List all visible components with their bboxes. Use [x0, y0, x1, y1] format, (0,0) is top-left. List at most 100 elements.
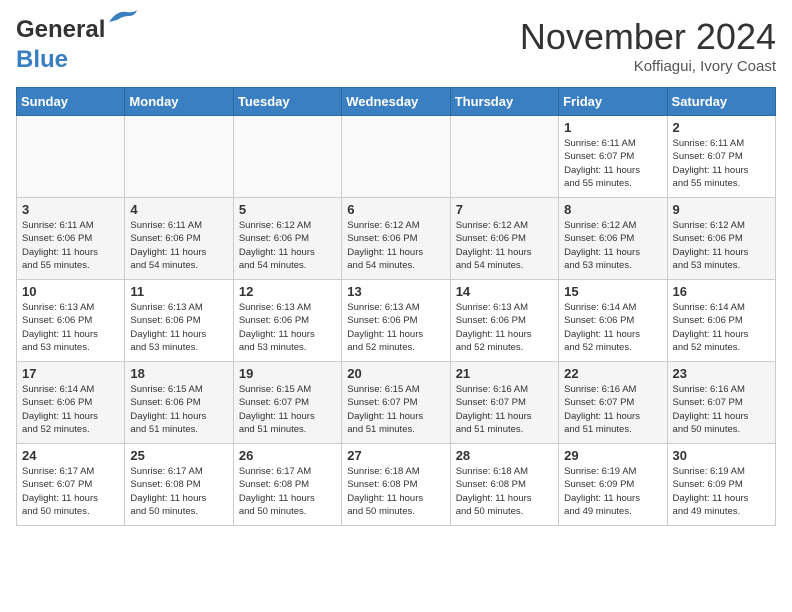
day-info: Sunrise: 6:11 AM Sunset: 6:06 PM Dayligh… [22, 219, 119, 272]
day-info: Sunrise: 6:11 AM Sunset: 6:07 PM Dayligh… [673, 137, 770, 190]
day-cell-14: 14 Sunrise: 6:13 AM Sunset: 6:06 PM Dayli… [450, 280, 558, 362]
day-cell-15: 15 Sunrise: 6:14 AM Sunset: 6:06 PM Dayli… [559, 280, 667, 362]
day-info: Sunrise: 6:13 AM Sunset: 6:06 PM Dayligh… [239, 301, 336, 354]
day-cell-9: 9Sunrise: 6:12 AM Sunset: 6:06 PM Daylig… [667, 198, 775, 280]
day-number: 8 [564, 202, 661, 217]
calendar-table: SundayMondayTuesdayWednesdayThursdayFrid… [16, 87, 776, 526]
day-info: Sunrise: 6:16 AM Sunset: 6:07 PM Dayligh… [456, 383, 553, 436]
day-info: Sunrise: 6:15 AM Sunset: 6:07 PM Dayligh… [347, 383, 444, 436]
day-info: Sunrise: 6:14 AM Sunset: 6:06 PM Dayligh… [564, 301, 661, 354]
logo-general: General [16, 16, 105, 43]
day-cell-16: 16 Sunrise: 6:14 AM Sunset: 6:06 PM Dayli… [667, 280, 775, 362]
day-number: 15 [564, 284, 661, 299]
day-number: 20 [347, 366, 444, 381]
empty-cell [17, 116, 125, 198]
day-number: 28 [456, 448, 553, 463]
day-cell-1: 1 Sunrise: 6:11 AM Sunset: 6:07 PM Daylig… [559, 116, 667, 198]
weekday-header-row: SundayMondayTuesdayWednesdayThursdayFrid… [17, 88, 776, 116]
day-cell-22: 22Sunrise: 6:16 AM Sunset: 6:07 PM Dayli… [559, 362, 667, 444]
empty-cell [450, 116, 558, 198]
logo-blue: Blue [16, 46, 68, 73]
week-row-4: 17 Sunrise: 6:14 AM Sunset: 6:06 PM Dayli… [17, 362, 776, 444]
day-number: 21 [456, 366, 553, 381]
day-cell-26: 26Sunrise: 6:17 AM Sunset: 6:08 PM Dayli… [233, 444, 341, 526]
day-cell-28: 28 Sunrise: 6:18 AM Sunset: 6:08 PM Dayli… [450, 444, 558, 526]
day-cell-5: 5Sunrise: 6:12 AM Sunset: 6:06 PM Daylig… [233, 198, 341, 280]
week-row-5: 24 Sunrise: 6:17 AM Sunset: 6:07 PM Dayli… [17, 444, 776, 526]
day-number: 19 [239, 366, 336, 381]
day-number: 13 [347, 284, 444, 299]
day-number: 27 [347, 448, 444, 463]
day-cell-8: 8 Sunrise: 6:12 AM Sunset: 6:06 PM Daylig… [559, 198, 667, 280]
day-cell-24: 24 Sunrise: 6:17 AM Sunset: 6:07 PM Dayli… [17, 444, 125, 526]
day-info: Sunrise: 6:14 AM Sunset: 6:06 PM Dayligh… [673, 301, 770, 354]
day-number: 12 [239, 284, 336, 299]
day-number: 16 [673, 284, 770, 299]
day-cell-4: 4 Sunrise: 6:11 AM Sunset: 6:06 PM Daylig… [125, 198, 233, 280]
day-info: Sunrise: 6:15 AM Sunset: 6:07 PM Dayligh… [239, 383, 336, 436]
day-cell-7: 7 Sunrise: 6:12 AM Sunset: 6:06 PM Daylig… [450, 198, 558, 280]
day-info: Sunrise: 6:13 AM Sunset: 6:06 PM Dayligh… [130, 301, 227, 354]
day-info: Sunrise: 6:13 AM Sunset: 6:06 PM Dayligh… [22, 301, 119, 354]
day-number: 6 [347, 202, 444, 217]
day-cell-17: 17 Sunrise: 6:14 AM Sunset: 6:06 PM Dayli… [17, 362, 125, 444]
day-number: 30 [673, 448, 770, 463]
day-info: Sunrise: 6:18 AM Sunset: 6:08 PM Dayligh… [347, 465, 444, 518]
day-info: Sunrise: 6:16 AM Sunset: 6:07 PM Dayligh… [564, 383, 661, 436]
day-number: 11 [130, 284, 227, 299]
day-info: Sunrise: 6:12 AM Sunset: 6:06 PM Dayligh… [347, 219, 444, 272]
day-info: Sunrise: 6:19 AM Sunset: 6:09 PM Dayligh… [564, 465, 661, 518]
day-cell-10: 10Sunrise: 6:13 AM Sunset: 6:06 PM Dayli… [17, 280, 125, 362]
day-cell-29: 29 Sunrise: 6:19 AM Sunset: 6:09 PM Dayli… [559, 444, 667, 526]
day-number: 29 [564, 448, 661, 463]
month-title: November 2024 [520, 16, 776, 58]
location: Koffiagui, Ivory Coast [520, 58, 776, 75]
day-cell-13: 13 Sunrise: 6:13 AM Sunset: 6:06 PM Dayli… [342, 280, 450, 362]
weekday-header-tuesday: Tuesday [233, 88, 341, 116]
day-info: Sunrise: 6:17 AM Sunset: 6:07 PM Dayligh… [22, 465, 119, 518]
day-number: 5 [239, 202, 336, 217]
day-info: Sunrise: 6:11 AM Sunset: 6:06 PM Dayligh… [130, 219, 227, 272]
day-cell-18: 18Sunrise: 6:15 AM Sunset: 6:06 PM Dayli… [125, 362, 233, 444]
day-info: Sunrise: 6:19 AM Sunset: 6:09 PM Dayligh… [673, 465, 770, 518]
day-number: 17 [22, 366, 119, 381]
logo: General Blue [16, 16, 105, 74]
day-cell-30: 30 Sunrise: 6:19 AM Sunset: 6:09 PM Dayli… [667, 444, 775, 526]
day-info: Sunrise: 6:14 AM Sunset: 6:06 PM Dayligh… [22, 383, 119, 436]
day-cell-27: 27 Sunrise: 6:18 AM Sunset: 6:08 PM Dayli… [342, 444, 450, 526]
weekday-header-thursday: Thursday [450, 88, 558, 116]
day-info: Sunrise: 6:11 AM Sunset: 6:07 PM Dayligh… [564, 137, 661, 190]
day-number: 24 [22, 448, 119, 463]
day-info: Sunrise: 6:12 AM Sunset: 6:06 PM Dayligh… [456, 219, 553, 272]
day-number: 7 [456, 202, 553, 217]
day-number: 3 [22, 202, 119, 217]
day-cell-25: 25Sunrise: 6:17 AM Sunset: 6:08 PM Dayli… [125, 444, 233, 526]
page-header: General Blue November 2024 Koffiagui, Iv… [16, 16, 776, 75]
day-cell-6: 6 Sunrise: 6:12 AM Sunset: 6:06 PM Daylig… [342, 198, 450, 280]
day-number: 2 [673, 120, 770, 135]
day-info: Sunrise: 6:15 AM Sunset: 6:06 PM Dayligh… [130, 383, 227, 436]
day-cell-21: 21 Sunrise: 6:16 AM Sunset: 6:07 PM Dayli… [450, 362, 558, 444]
day-number: 14 [456, 284, 553, 299]
day-info: Sunrise: 6:17 AM Sunset: 6:08 PM Dayligh… [239, 465, 336, 518]
day-info: Sunrise: 6:13 AM Sunset: 6:06 PM Dayligh… [456, 301, 553, 354]
weekday-header-saturday: Saturday [667, 88, 775, 116]
day-number: 1 [564, 120, 661, 135]
weekday-header-sunday: Sunday [17, 88, 125, 116]
day-cell-11: 11 Sunrise: 6:13 AM Sunset: 6:06 PM Dayli… [125, 280, 233, 362]
day-info: Sunrise: 6:18 AM Sunset: 6:08 PM Dayligh… [456, 465, 553, 518]
day-info: Sunrise: 6:17 AM Sunset: 6:08 PM Dayligh… [130, 465, 227, 518]
day-cell-23: 23Sunrise: 6:16 AM Sunset: 6:07 PM Dayli… [667, 362, 775, 444]
day-info: Sunrise: 6:13 AM Sunset: 6:06 PM Dayligh… [347, 301, 444, 354]
day-cell-19: 19 Sunrise: 6:15 AM Sunset: 6:07 PM Dayli… [233, 362, 341, 444]
week-row-2: 3 Sunrise: 6:11 AM Sunset: 6:06 PM Daylig… [17, 198, 776, 280]
day-info: Sunrise: 6:12 AM Sunset: 6:06 PM Dayligh… [564, 219, 661, 272]
title-block: November 2024 Koffiagui, Ivory Coast [520, 16, 776, 75]
week-row-3: 10Sunrise: 6:13 AM Sunset: 6:06 PM Dayli… [17, 280, 776, 362]
logo-bird-icon [107, 8, 139, 26]
day-cell-12: 12 Sunrise: 6:13 AM Sunset: 6:06 PM Dayli… [233, 280, 341, 362]
empty-cell [233, 116, 341, 198]
week-row-1: 1 Sunrise: 6:11 AM Sunset: 6:07 PM Daylig… [17, 116, 776, 198]
day-info: Sunrise: 6:16 AM Sunset: 6:07 PM Dayligh… [673, 383, 770, 436]
day-number: 4 [130, 202, 227, 217]
